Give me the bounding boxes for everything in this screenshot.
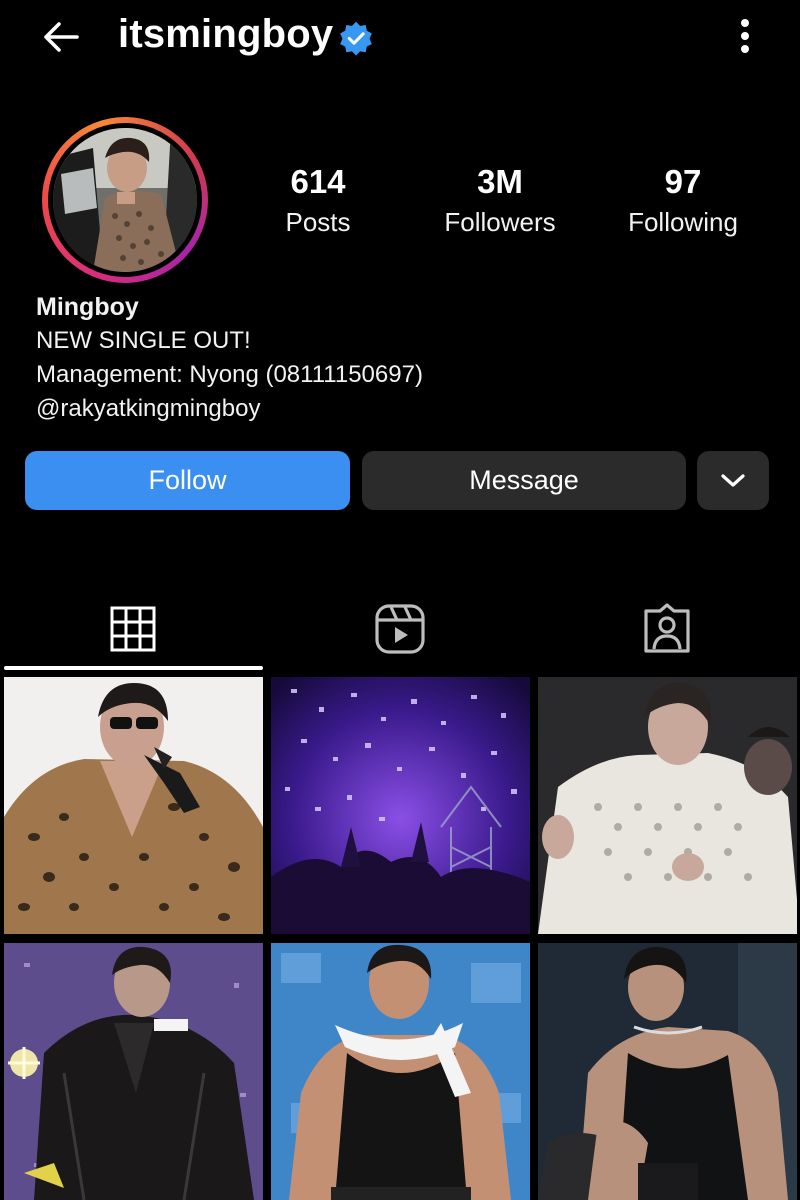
profile-bio: Mingboy NEW SINGLE OUT! Management: Nyon…: [36, 290, 423, 426]
post-thumbnail[interactable]: [271, 677, 530, 934]
tagged-icon: [644, 603, 690, 653]
message-button[interactable]: Message: [362, 451, 686, 510]
stat-followers[interactable]: 3M Followers: [420, 162, 580, 240]
grid-icon: [110, 606, 156, 652]
follow-button[interactable]: Follow: [25, 451, 350, 510]
more-vertical-icon: [741, 19, 749, 53]
profile-tabs: [0, 585, 800, 675]
profile-username: itsmingboy: [118, 12, 334, 56]
following-label: Following: [628, 207, 738, 237]
tab-reels[interactable]: [267, 585, 533, 673]
post-thumbnail[interactable]: [538, 943, 797, 1200]
suggested-accounts-button[interactable]: [697, 451, 769, 510]
post-thumbnail[interactable]: [4, 677, 263, 934]
tab-tagged[interactable]: [534, 585, 800, 673]
avatar-photo: [53, 128, 197, 272]
followers-count: 3M: [477, 163, 523, 200]
reels-icon: [375, 604, 425, 654]
posts-label: Posts: [285, 207, 351, 237]
back-button[interactable]: [38, 14, 84, 60]
verified-badge-icon: [340, 21, 372, 56]
post-thumbnail[interactable]: [538, 677, 797, 934]
post-thumbnail[interactable]: [271, 943, 530, 1200]
stat-posts[interactable]: 614 Posts: [238, 162, 398, 240]
profile-avatar[interactable]: [42, 117, 208, 283]
more-options-button[interactable]: [724, 12, 766, 60]
chevron-down-icon: [721, 473, 745, 487]
top-bar: itsmingboy: [0, 0, 800, 76]
posts-grid: [0, 677, 800, 1200]
followers-label: Followers: [444, 207, 556, 237]
active-tab-indicator: [4, 666, 263, 670]
tab-posts-grid[interactable]: [0, 585, 266, 673]
bio-mention-link[interactable]: @rakyatkingmingboy: [36, 392, 423, 426]
arrow-left-icon: [44, 22, 79, 52]
stat-following[interactable]: 97 Following: [603, 162, 763, 240]
bio-line: Management: Nyong (08111150697): [36, 361, 423, 388]
following-count: 97: [664, 163, 702, 200]
post-thumbnail[interactable]: [4, 943, 263, 1200]
posts-count: 614: [290, 163, 346, 200]
bio-line: NEW SINGLE OUT!: [36, 327, 251, 354]
display-name: Mingboy: [36, 293, 139, 321]
